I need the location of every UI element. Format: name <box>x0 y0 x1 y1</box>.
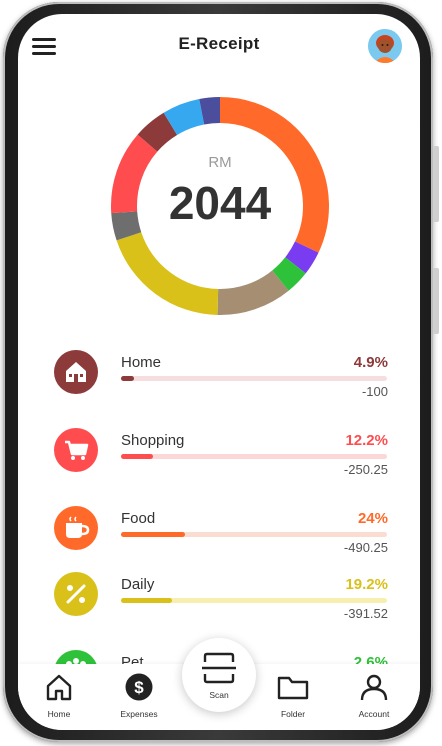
donut-slice-4 <box>116 231 219 315</box>
page-title: E-Receipt <box>178 34 260 53</box>
scan-label: Scan <box>209 690 229 700</box>
category-icon-bg <box>54 350 98 394</box>
nav-folder-label: Folder <box>280 709 306 719</box>
category-percent: 4.9% <box>353 354 388 371</box>
user-avatar-icon <box>368 29 402 63</box>
progress-track <box>121 532 387 537</box>
nav-folder[interactable]: Folder <box>258 672 328 719</box>
house-icon <box>66 362 86 382</box>
list-item-shopping[interactable]: Shopping 12.2% -250.25 <box>50 428 390 494</box>
dollar-coin-icon: $ <box>125 673 153 701</box>
donut-slice-8 <box>163 98 205 136</box>
currency-label: RM <box>208 154 232 171</box>
list-item-food[interactable]: Food 24% -490.25 <box>50 506 390 572</box>
progress-fill <box>121 454 153 459</box>
category-name: Shopping <box>121 432 185 449</box>
category-icon-bg <box>54 428 98 472</box>
category-icon-bg <box>54 506 98 550</box>
category-name: Home <box>121 354 162 371</box>
category-icon-bg <box>54 572 98 616</box>
category-percent: 19.2% <box>345 576 388 593</box>
top-bar: E-Receipt <box>18 14 420 78</box>
progress-track <box>121 376 387 381</box>
nav-account-label: Account <box>358 709 390 719</box>
category-percent: 12.2% <box>345 432 388 449</box>
donut-slice-3 <box>217 270 289 315</box>
app-screen: E-Receipt RM 2044 Home 4.9% -100 Shoppin… <box>18 14 420 730</box>
progress-fill <box>121 532 185 537</box>
nav-expenses-label: Expenses <box>120 709 158 719</box>
total-amount: 2044 <box>168 177 272 229</box>
volume-up-button <box>433 146 439 222</box>
list-item-daily[interactable]: Daily 19.2% -391.52 <box>50 572 390 638</box>
user-icon <box>360 674 388 701</box>
avatar[interactable] <box>368 29 402 63</box>
expense-donut-chart: RM 2044 <box>108 94 332 318</box>
category-name: Daily <box>121 576 155 593</box>
folder-icon <box>277 676 309 700</box>
scan-icon <box>202 652 236 684</box>
nav-home-label: Home <box>47 709 71 719</box>
donut-slice-7 <box>137 112 178 152</box>
coffee-cup-icon <box>66 516 90 538</box>
progress-track <box>121 598 387 603</box>
nav-account[interactable]: Account <box>339 672 409 719</box>
nav-home[interactable]: Home <box>24 672 94 719</box>
list-item-home[interactable]: Home 4.9% -100 <box>50 350 390 416</box>
percent-tag-icon <box>66 584 86 604</box>
shopping-cart-icon <box>65 440 89 460</box>
nav-expenses[interactable]: $ Expenses <box>104 672 174 719</box>
svg-text:$: $ <box>134 678 144 697</box>
volume-down-button <box>433 268 439 334</box>
home-icon <box>46 674 72 701</box>
progress-fill <box>121 376 134 381</box>
category-amount: -250.25 <box>343 462 388 477</box>
donut-slice-1 <box>285 241 319 274</box>
category-percent: 24% <box>357 510 388 527</box>
donut-slice-2 <box>271 257 306 291</box>
scan-button[interactable]: Scan <box>182 638 256 712</box>
category-amount: -100 <box>361 384 388 399</box>
progress-track <box>121 454 387 459</box>
category-amount: -391.52 <box>343 606 388 621</box>
category-amount: -490.25 <box>343 540 388 555</box>
donut-slice-9 <box>199 97 221 125</box>
progress-fill <box>121 598 172 603</box>
category-name: Food <box>121 510 156 527</box>
